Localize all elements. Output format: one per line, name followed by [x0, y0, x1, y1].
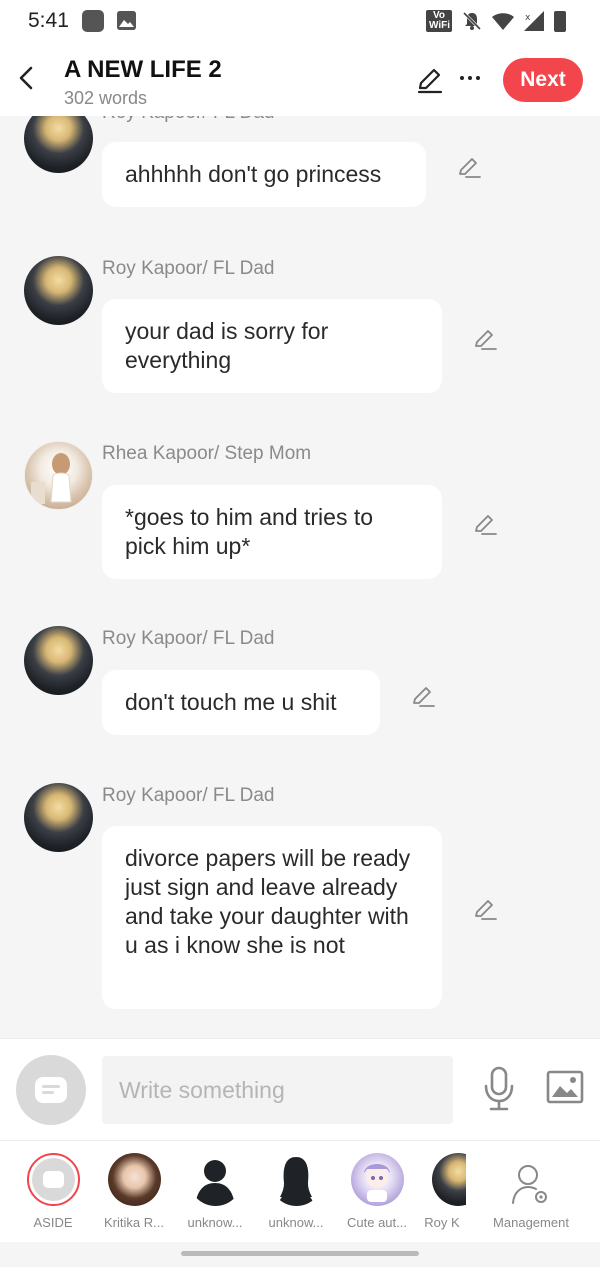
message-composer — [0, 1038, 600, 1140]
message-bubble[interactable]: don't touch me u shit — [102, 670, 380, 735]
edit-pencil-icon[interactable] — [416, 66, 444, 94]
edit-message-icon[interactable] — [456, 154, 482, 180]
character-kritika[interactable]: Kritika R... — [94, 1141, 174, 1243]
status-icons: Vo WiFi x — [426, 10, 566, 32]
user-settings-icon — [512, 1165, 547, 1204]
character-unknown-male[interactable]: unknow... — [175, 1141, 255, 1243]
message-bubble[interactable]: *goes to him and tries to pick him up* — [102, 485, 442, 579]
cell-signal-icon: x — [524, 11, 544, 31]
character-selector-bar: ASIDE Kritika R... unknow... unknow... C… — [0, 1140, 600, 1242]
story-editor-screen: 5:41 Vo WiFi x A NEW LIFE 2 302 words Ne… — [0, 0, 600, 1267]
character-cute-author[interactable]: Cute aut... — [337, 1141, 417, 1243]
vowifi-icon: Vo WiFi — [426, 10, 452, 32]
aside-icon — [35, 1077, 67, 1103]
home-handle[interactable] — [181, 1251, 419, 1256]
message-bubble[interactable]: divorce papers will be ready just sign a… — [102, 826, 442, 1009]
character-roy-kapoor[interactable]: Roy K — [418, 1141, 466, 1243]
wifi-signal-icon — [492, 13, 514, 30]
male-silhouette-icon — [189, 1153, 242, 1206]
character-avatar — [351, 1153, 404, 1206]
avatar-rhea-kapoor[interactable] — [24, 441, 93, 510]
management-label: Management — [493, 1215, 569, 1230]
character-label: Roy K — [424, 1215, 460, 1230]
message-bubble[interactable]: your dad is sorry for everything — [102, 299, 442, 393]
character-label: Cute aut... — [347, 1215, 407, 1230]
edit-message-icon[interactable] — [472, 511, 498, 537]
speaker-name: Roy Kapoor/ FL Dad — [102, 628, 275, 649]
aside-avatar-icon — [27, 1153, 80, 1206]
management-button[interactable]: Management — [480, 1141, 582, 1243]
character-avatar — [432, 1153, 466, 1206]
battery-icon — [554, 10, 566, 32]
character-unknown-female[interactable]: unknow... — [256, 1141, 336, 1243]
character-label: Kritika R... — [104, 1215, 164, 1230]
status-bar: 5:41 Vo WiFi x — [0, 0, 600, 42]
character-aside[interactable]: ASIDE — [13, 1141, 93, 1243]
avatar-roy-kapoor[interactable] — [24, 626, 93, 695]
speaker-name: Roy Kapoor/ FL Dad — [102, 116, 275, 124]
gesture-navigation-bar — [0, 1242, 600, 1267]
speaker-name: Roy Kapoor/ FL Dad — [102, 785, 275, 806]
mute-notifications-icon — [462, 11, 482, 31]
speaker-name: Rhea Kapoor/ Step Mom — [102, 443, 312, 464]
svg-text:x: x — [525, 13, 531, 23]
character-label: ASIDE — [33, 1215, 73, 1230]
gallery-notification-icon — [117, 11, 136, 30]
more-options-icon[interactable] — [458, 64, 482, 92]
edit-message-icon[interactable] — [472, 896, 498, 922]
edit-message-icon[interactable] — [472, 326, 498, 352]
aside-toggle-button[interactable] — [16, 1055, 86, 1125]
edit-message-icon[interactable] — [410, 683, 436, 709]
next-button[interactable]: Next — [503, 58, 583, 102]
speaker-name: Roy Kapoor/ FL Dad — [102, 258, 275, 279]
app-notification-icon — [82, 10, 104, 32]
back-arrow-icon[interactable] — [14, 64, 38, 92]
avatar-roy-kapoor[interactable] — [24, 116, 93, 173]
character-label: unknow... — [268, 1215, 324, 1230]
message-bubble[interactable]: ahhhhh don't go princess — [102, 142, 426, 207]
avatar-roy-kapoor[interactable] — [24, 783, 93, 852]
message-input[interactable] — [102, 1056, 453, 1124]
female-silhouette-icon — [270, 1153, 323, 1206]
chat-message-list[interactable]: Roy Kapoor/ FL Dad ahhhhh don't go princ… — [0, 116, 600, 1038]
top-app-bar: A NEW LIFE 2 302 words Next — [0, 42, 600, 116]
character-label: unknow... — [187, 1215, 243, 1230]
avatar-roy-kapoor[interactable] — [24, 256, 93, 325]
image-upload-icon[interactable] — [546, 1070, 584, 1104]
status-time: 5:41 — [28, 9, 69, 32]
story-title: A NEW LIFE 2 — [64, 56, 222, 83]
word-count: 302 words — [64, 88, 148, 108]
microphone-icon[interactable] — [482, 1066, 516, 1112]
character-avatar — [108, 1153, 161, 1206]
